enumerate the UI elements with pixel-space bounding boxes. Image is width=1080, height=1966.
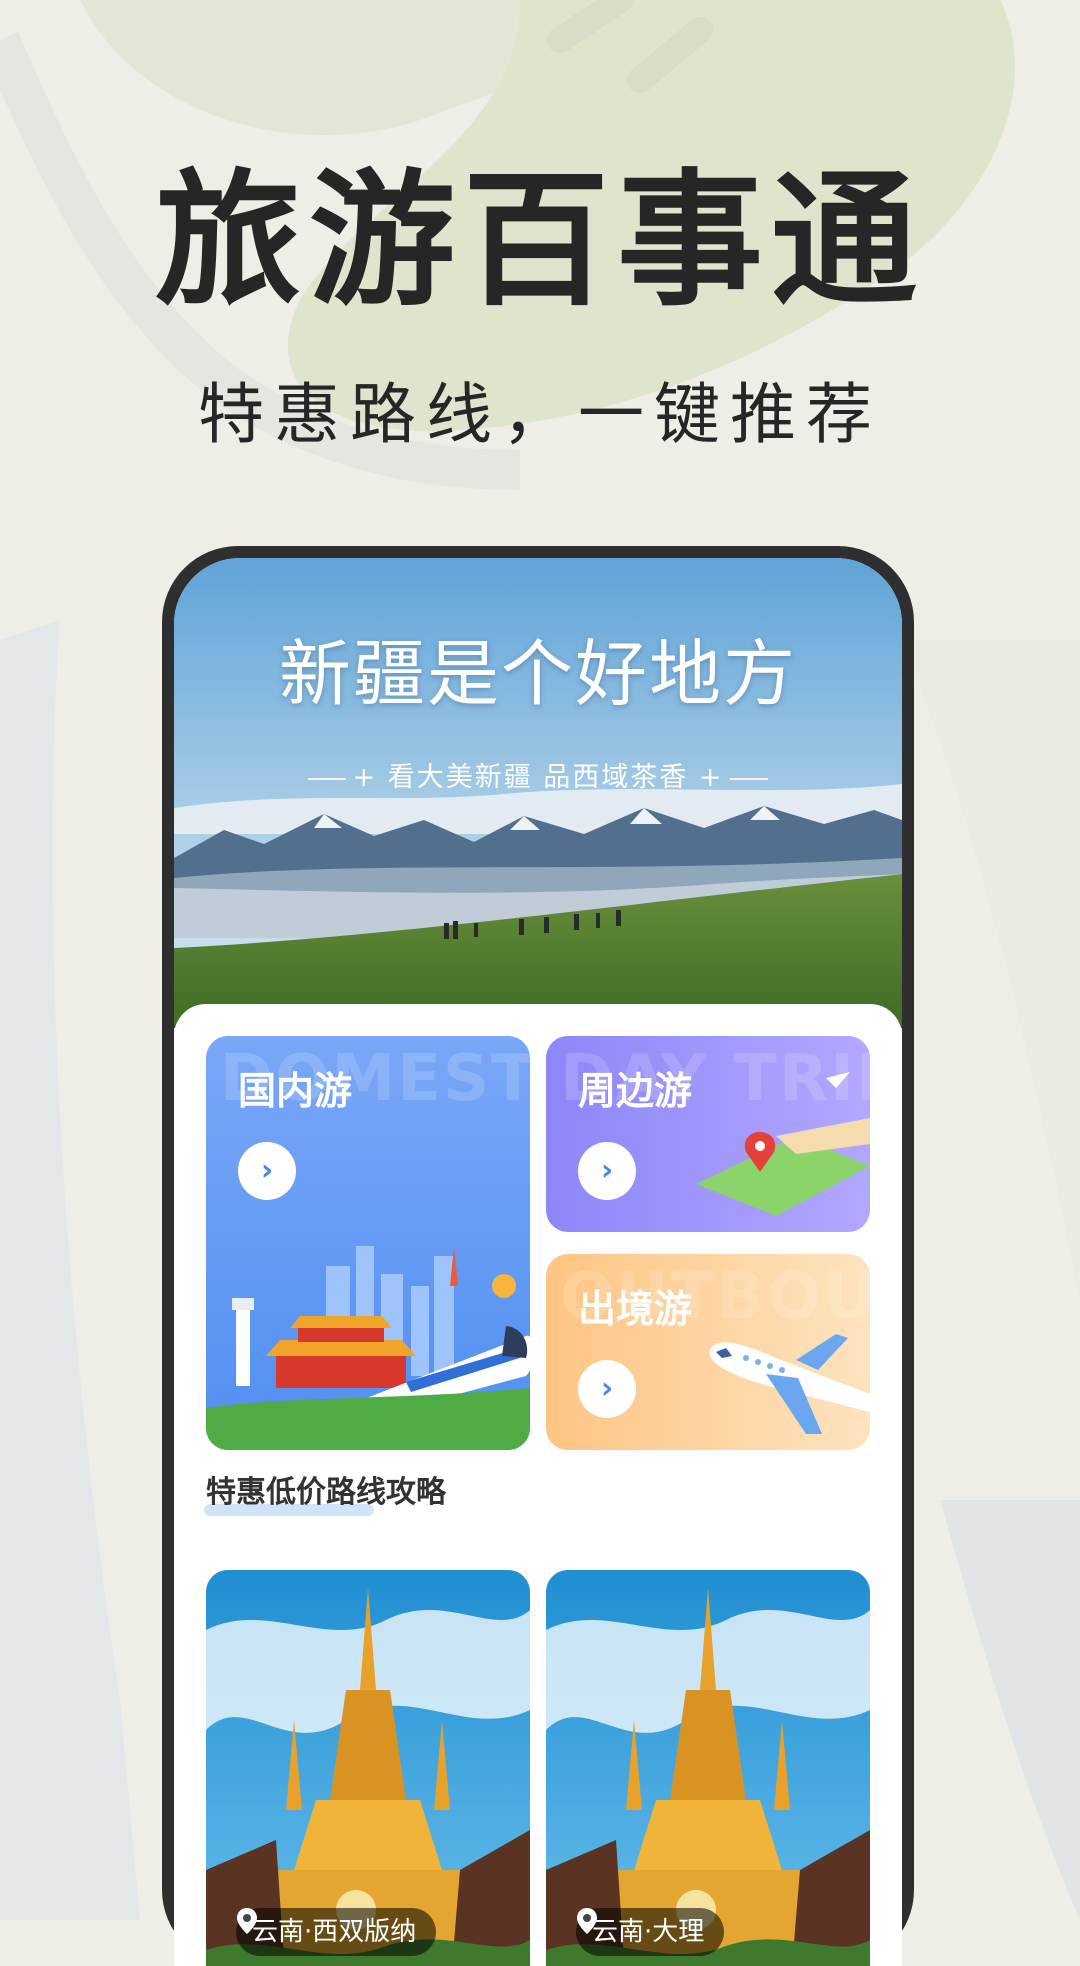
star-icon: + [698,762,724,793]
star-icon: + [352,762,378,793]
chevron-right-icon[interactable]: › [578,1142,636,1200]
banner-title: 新疆是个好地方 [278,632,797,716]
location-pin-icon [577,1908,597,1934]
banner-landscape-image [174,558,902,1028]
divider-line [308,777,347,780]
chevron-right-icon[interactable]: › [238,1142,296,1200]
route-card[interactable]: 云南·大理 [546,1570,870,1966]
location-tag: 云南·大理 [576,1908,725,1956]
banner-subtitle: + 看大美新疆 品西域茶香 + [174,764,902,791]
category-nearby-card[interactable]: DAY TRIP 周边游 › [546,1036,870,1232]
phone-mockup: 新疆是个好地方 + 看大美新疆 品西域茶香 + DOMEST 国内游 › DAY… [162,546,914,1966]
location-pin-icon [237,1908,257,1934]
banner-subtitle-text: 看大美新疆 品西域茶香 [387,762,689,793]
location-tag: 云南·西双版纳 [236,1908,437,1956]
route-card[interactable]: 云南·西双版纳 [206,1570,530,1966]
route-photo [206,1570,530,1966]
section-title: 特惠低价路线攻略 [206,1475,446,1510]
location-text: 云南·西双版纳 [252,1917,417,1947]
category-outbound-card[interactable]: OUTBOUND 出境游 › [546,1254,870,1450]
divider-line [729,777,768,780]
category-label: 周边游 [578,1069,693,1113]
promo-banner[interactable]: 新疆是个好地方 + 看大美新疆 品西域茶香 + [174,558,902,1028]
category-domestic-card[interactable]: DOMESTIC 国内游 › [206,1036,530,1450]
route-photo [546,1570,870,1966]
category-label: 出境游 [578,1287,693,1331]
phone-screen: 新疆是个好地方 + 看大美新疆 品西域茶香 + DOMEST 国内游 › DAY… [174,558,902,1966]
content-panel: DOMESTIC 国内游 › [174,1004,902,1966]
category-label: 国内游 [238,1069,353,1113]
location-text: 云南·大理 [592,1917,705,1947]
app-tagline: 特惠路线，一键推荐 [198,376,882,453]
chevron-right-icon[interactable]: › [578,1360,636,1418]
app-headline: 旅游百事通 [155,156,925,326]
